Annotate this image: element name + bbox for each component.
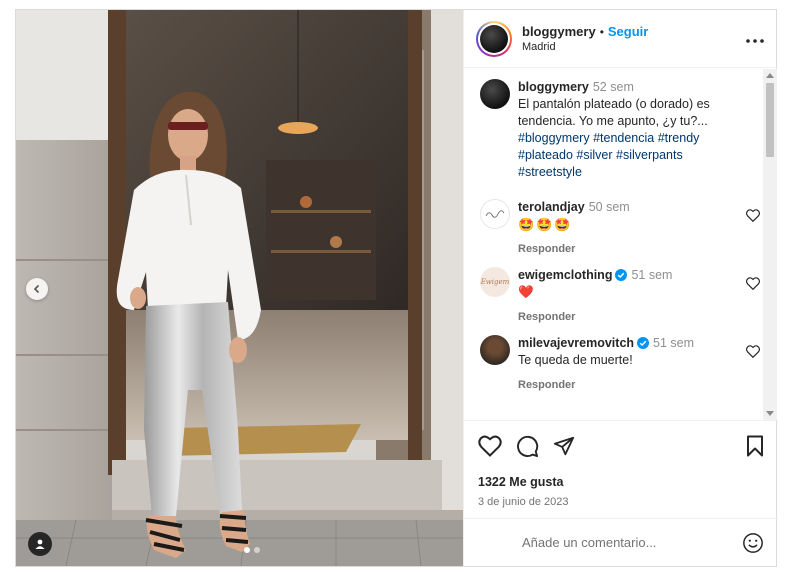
author-avatar[interactable]	[476, 20, 512, 57]
more-options-button[interactable]	[746, 30, 764, 48]
comments-list[interactable]: bloggymery 52 sem El pantalón plateado (o…	[464, 69, 778, 420]
reply-button[interactable]: Responder	[518, 243, 630, 255]
user-tag-icon	[35, 539, 45, 549]
emoji-smile-icon[interactable]	[742, 532, 764, 554]
comment-time: 51 sem	[631, 268, 673, 282]
avatar[interactable]	[480, 335, 510, 365]
post-location[interactable]: Madrid	[522, 41, 648, 53]
photo-illustration	[16, 10, 463, 566]
bookmark-icon[interactable]	[746, 435, 764, 457]
comment-username[interactable]: ewigemclothing	[518, 268, 612, 282]
heart-outline-icon	[746, 277, 760, 291]
previous-photo-button[interactable]	[26, 278, 48, 300]
scrollbar-thumb[interactable]	[766, 83, 774, 157]
likes-count[interactable]: 1322 Me gusta	[478, 475, 764, 489]
hashtag-link[interactable]: #tendencia	[593, 131, 654, 145]
heart-icon[interactable]	[478, 435, 502, 457]
hashtag-link[interactable]: #streetstyle	[518, 165, 582, 179]
comment-bubble-icon[interactable]	[516, 435, 539, 458]
comment-input[interactable]	[522, 535, 722, 550]
post-header: bloggymery • Seguir Madrid	[464, 10, 778, 68]
like-comment-button[interactable]	[746, 277, 760, 295]
avatar-logo-text: Ewigem	[480, 278, 510, 286]
carousel-indicator	[244, 547, 260, 553]
post-date[interactable]: 3 de junio de 2023	[478, 496, 764, 508]
signature-logo-icon	[485, 210, 505, 218]
avatar[interactable]	[480, 199, 510, 229]
comment-text: 🤩🤩🤩	[518, 217, 573, 232]
hashtag-link[interactable]: #plateado	[518, 148, 573, 162]
post-actions: 1322 Me gusta 3 de junio de 2023	[464, 420, 778, 518]
hashtag-link[interactable]: #trendy	[658, 131, 700, 145]
post-dialog: bloggymery • Seguir Madrid bloggymery 52…	[15, 9, 778, 567]
post-caption: bloggymery 52 sem El pantalón plateado (o…	[480, 79, 762, 181]
verified-badge-icon	[615, 269, 628, 281]
author-username[interactable]: bloggymery	[522, 24, 596, 39]
comment-composer	[464, 518, 778, 566]
tagged-users-button[interactable]	[28, 532, 52, 556]
like-comment-button[interactable]	[746, 345, 760, 363]
reply-button[interactable]: Responder	[518, 311, 672, 323]
post-details-panel: bloggymery • Seguir Madrid bloggymery 52…	[463, 10, 778, 566]
comments-scrollbar[interactable]	[763, 69, 777, 420]
more-horizontal-icon	[746, 39, 764, 43]
hashtag-link[interactable]: #silverpants	[616, 148, 683, 162]
caption-username[interactable]: bloggymery	[518, 80, 589, 94]
hashtag-link[interactable]: #bloggymery	[518, 131, 590, 145]
comment-username[interactable]: terolandjay	[518, 200, 585, 214]
separator-dot: •	[599, 24, 604, 39]
follow-button[interactable]: Seguir	[608, 24, 648, 39]
comment-time: 51 sem	[653, 336, 695, 350]
carousel-dot	[254, 547, 260, 553]
scroll-up-arrow[interactable]	[766, 73, 774, 78]
avatar[interactable]	[480, 79, 510, 109]
caption-time: 52 sem	[592, 80, 634, 94]
post-photo[interactable]	[16, 10, 463, 566]
comment-item: milevajevremovitch 51 sem Te queda de mue…	[480, 335, 762, 391]
caption-text: El pantalón plateado (o dorado) es tende…	[518, 97, 710, 128]
chevron-left-icon	[33, 284, 40, 294]
comment-item: terolandjay 50 sem 🤩🤩🤩 Responder	[480, 199, 762, 255]
comment-text: ❤️	[518, 285, 534, 299]
scroll-down-arrow[interactable]	[766, 411, 774, 416]
comment-time: 50 sem	[588, 200, 630, 214]
hashtag-link[interactable]: #silver	[576, 148, 612, 162]
comment-text: Te queda de muerte!	[518, 353, 633, 367]
comment-username[interactable]: milevajevremovitch	[518, 336, 634, 350]
reply-button[interactable]: Responder	[518, 379, 694, 391]
paper-plane-icon[interactable]	[553, 435, 575, 457]
like-comment-button[interactable]	[746, 209, 760, 227]
heart-outline-icon	[746, 209, 760, 223]
avatar[interactable]: Ewigem	[480, 267, 510, 297]
comment-item: Ewigem ewigemclothing 51 sem ❤️ Responder	[480, 267, 762, 323]
carousel-dot	[244, 547, 250, 553]
heart-outline-icon	[746, 345, 760, 359]
verified-badge-icon	[637, 337, 650, 349]
